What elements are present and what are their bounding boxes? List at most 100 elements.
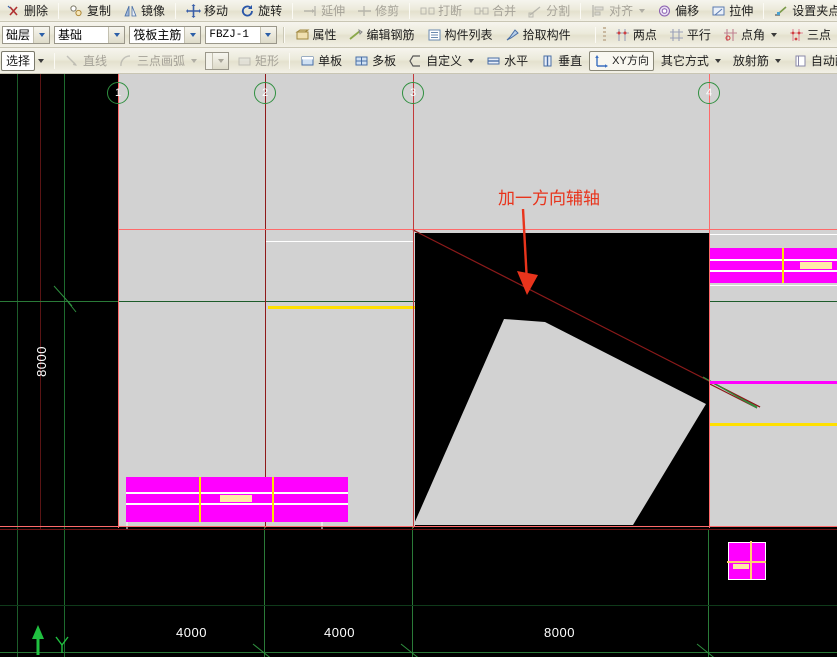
stretch-icon [711, 4, 726, 18]
toolbar-button-offset-label: 偏移 [675, 3, 700, 18]
toolbar-button-radial-rebar[interactable]: 放射筋 [728, 51, 786, 71]
rectangle-icon [237, 54, 252, 68]
toolbar-button-rectangle-label: 矩形 [255, 53, 280, 68]
toolbar-button-auto-rebar[interactable]: 自动配筋 [788, 51, 837, 71]
grid-line-vertical [412, 530, 413, 657]
member-toolbar: 础层 基础 筏板主筋 FBZJ-1 属性 编辑钢筋 构件列表 拾取构件 两点 平… [0, 22, 837, 48]
multi-plate-icon [354, 54, 369, 68]
dimension-label-horizontal-3: 8000 [544, 625, 575, 640]
line-icon [65, 54, 80, 68]
toolbar-button-delete-label: 删除 [24, 3, 49, 18]
toolbar-button-set-grip[interactable]: 设置夹点 [769, 1, 837, 21]
toolbar-button-mirror[interactable]: 镜像 [118, 1, 170, 21]
toolbar-button-auto-rebar-label: 自动配筋 [810, 53, 837, 68]
toolbar-button-rotate[interactable]: 旋转 [235, 1, 287, 21]
toolbar-button-merge[interactable]: 合并 [469, 1, 521, 21]
chevron-down-icon[interactable] [774, 58, 781, 63]
toolbar-button-two-point[interactable]: 两点 [610, 25, 662, 45]
custom-icon [408, 54, 423, 68]
mode-select-button[interactable]: 选择 [1, 50, 36, 71]
toolbar-button-line[interactable]: 直线 [60, 51, 112, 71]
divider [289, 52, 291, 69]
shape-select[interactable] [205, 51, 230, 70]
chevron-down-icon[interactable] [191, 58, 198, 63]
member-type-select[interactable]: 筏板主筋 [129, 25, 202, 44]
toolbar-grip[interactable] [603, 26, 606, 43]
axis-line-bottom-front [0, 526, 837, 527]
toolbar-button-extend[interactable]: 延伸 [298, 1, 350, 21]
toolbar-button-split[interactable]: 分割 [523, 1, 575, 21]
merge-icon [474, 4, 489, 18]
toolbar-button-vertical[interactable]: 垂直 [535, 51, 587, 71]
break-icon [420, 4, 435, 18]
toolbar-button-horizontal-label: 水平 [504, 53, 529, 68]
toolbar-button-xy-direction[interactable]: XY方向 [589, 50, 654, 71]
chevron-down-icon[interactable] [639, 8, 646, 13]
chevron-down-icon[interactable] [33, 26, 50, 43]
toolbar-button-edit-rebar[interactable]: 编辑钢筋 [344, 25, 420, 45]
toolbar-button-parallel-label: 平行 [686, 27, 711, 42]
toolbar-button-mirror-label: 镜像 [141, 3, 166, 18]
dimension-label-vertical: 8000 [34, 346, 49, 377]
toolbar-button-line-label: 直线 [83, 53, 108, 68]
axis-bubble-4[interactable]: 4 [698, 82, 720, 104]
toolbar-button-move-label: 移动 [204, 3, 229, 18]
toolbar-button-point-angle-label: 点角 [740, 27, 765, 42]
toolbar-button-other-method[interactable]: 其它方式 [656, 51, 726, 71]
chevron-down-icon[interactable] [38, 58, 45, 63]
toolbar-button-rotate-label: 旋转 [258, 3, 283, 18]
chevron-down-icon[interactable] [714, 58, 721, 63]
toolbar-button-offset[interactable]: 偏移 [652, 1, 704, 21]
toolbar-button-properties[interactable]: 属性 [290, 25, 342, 45]
chevron-down-icon[interactable] [184, 26, 201, 43]
member-name-select-value: FBZJ-1 [209, 28, 249, 41]
chevron-down-icon[interactable] [468, 58, 475, 63]
single-plate-icon [300, 54, 315, 68]
axis-line-3-front [413, 74, 414, 528]
axis-bubble-3[interactable]: 3 [402, 82, 424, 104]
toolbar-button-pick-member[interactable]: 拾取构件 [500, 25, 576, 45]
toolbar-button-arc[interactable]: 三点画弧 [114, 51, 202, 71]
toolbar-button-point-angle[interactable]: 点角 [718, 25, 782, 45]
axis-bubble-1[interactable]: 1 [107, 82, 129, 104]
axis-bubble-2[interactable]: 2 [254, 82, 276, 104]
toolbar-button-break[interactable]: 打断 [415, 1, 467, 21]
toolbar-button-move[interactable]: 移动 [181, 1, 233, 21]
toolbar-button-parallel[interactable]: 平行 [664, 25, 716, 45]
toolbar-button-copy[interactable]: 复制 [64, 1, 116, 21]
toolbar-button-trim-label: 修剪 [375, 3, 400, 18]
toolbar-button-single-plate-label: 单板 [318, 53, 343, 68]
toolbar-button-horizontal[interactable]: 水平 [481, 51, 533, 71]
rebar-line-magenta-front[interactable] [710, 381, 837, 384]
toolbar-button-copy-label: 复制 [87, 3, 112, 18]
toolbar-button-three-point[interactable]: 三点 [784, 25, 836, 45]
toolbar-button-rectangle[interactable]: 矩形 [232, 51, 284, 71]
toolbar-button-single-plate[interactable]: 单板 [295, 51, 347, 71]
properties-icon [294, 28, 310, 42]
toolbar-button-trim[interactable]: 修剪 [352, 1, 404, 21]
grid-line-horizontal [0, 652, 837, 653]
annotation-text: 加一方向辅轴 [498, 189, 600, 208]
divider [763, 2, 765, 19]
dimension-label-horizontal-1: 4000 [176, 625, 207, 640]
split-icon [528, 4, 543, 18]
toolbar-button-custom[interactable]: 自定义 [403, 51, 479, 71]
drawing-canvas[interactable]: 1 2 3 4 8000 4000 4000 8000 加一方向辅轴 [0, 74, 837, 657]
toolbar-button-align[interactable]: 对齐 [586, 1, 650, 21]
chevron-down-icon[interactable] [108, 26, 125, 43]
divider [594, 26, 597, 43]
chevron-down-icon[interactable] [770, 32, 777, 37]
toolbar-button-stretch[interactable]: 拉伸 [706, 1, 758, 21]
toolbar-button-member-list[interactable]: 构件列表 [422, 25, 498, 45]
axis-bubble-4-label: 4 [705, 87, 713, 99]
chevron-down-icon[interactable] [259, 26, 276, 43]
floor-select[interactable]: 础层 [2, 25, 51, 44]
toolbar-button-delete[interactable]: 删除 [1, 1, 53, 21]
member-name-select[interactable]: FBZJ-1 [205, 25, 277, 44]
edit-rebar-icon [348, 28, 364, 42]
toolbar-button-multi-plate[interactable]: 多板 [349, 51, 401, 71]
category-select[interactable]: 基础 [54, 25, 126, 44]
divider [409, 2, 411, 19]
vertical-icon [540, 54, 555, 68]
chevron-down-icon[interactable] [212, 52, 229, 69]
